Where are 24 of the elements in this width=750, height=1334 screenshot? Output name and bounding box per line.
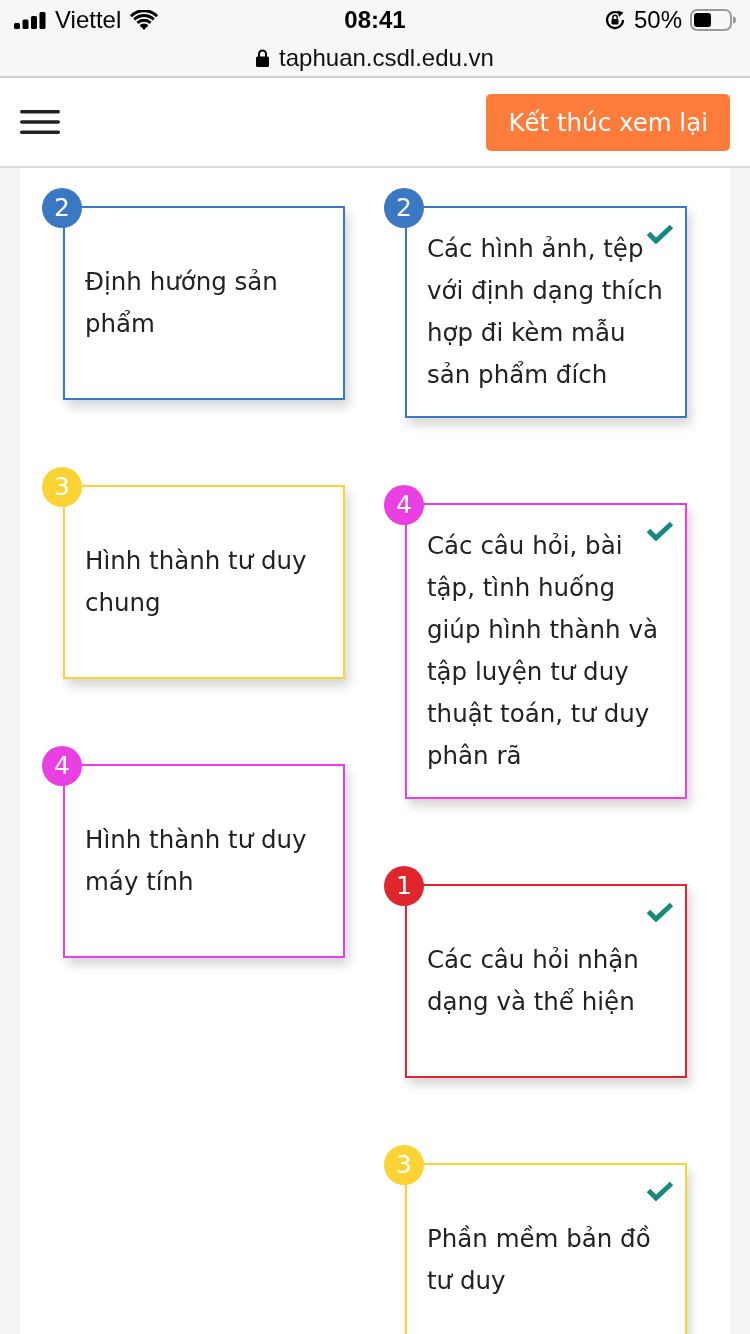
card-text: Hình thành tư duy máy tính	[85, 824, 308, 898]
number-badge: 2	[384, 188, 424, 228]
card-text: Các câu hỏi nhận dạng và thể hiện	[427, 944, 640, 1018]
wifi-icon	[130, 10, 159, 30]
rotation-lock-icon	[603, 9, 626, 31]
number-badge: 2	[42, 188, 82, 228]
number-badge: 1	[384, 866, 424, 906]
status-time: 08:41	[344, 6, 406, 34]
signal-icon	[14, 11, 46, 29]
card-text: Các câu hỏi, bài tập, tình huống giúp hình thành và tập luyện tư duy thuật toán, tư duy phân rã	[427, 530, 659, 772]
number-badge: 3	[42, 467, 82, 507]
carrier-name: Viettel	[55, 6, 122, 34]
number-badge: 4	[384, 485, 424, 525]
card-text: Phần mềm bản đồ tư duy	[427, 1223, 652, 1297]
number-badge: 4	[42, 746, 82, 786]
card-text: Hình thành tư duy chung	[85, 545, 308, 619]
card-text: Định hướng sản phẩm	[85, 266, 279, 340]
battery-icon	[690, 9, 736, 31]
card-text: Các hình ảnh, tệp với định dạng thích hợp đi kèm mẫu sản phẩm đích	[427, 233, 664, 391]
number-badge: 3	[384, 1145, 424, 1185]
url-text[interactable]: taphuan.csdl.edu.vn	[279, 44, 494, 72]
lock-icon	[256, 49, 270, 67]
battery-percent: 50%	[633, 6, 682, 34]
menu-icon[interactable]	[20, 110, 60, 134]
